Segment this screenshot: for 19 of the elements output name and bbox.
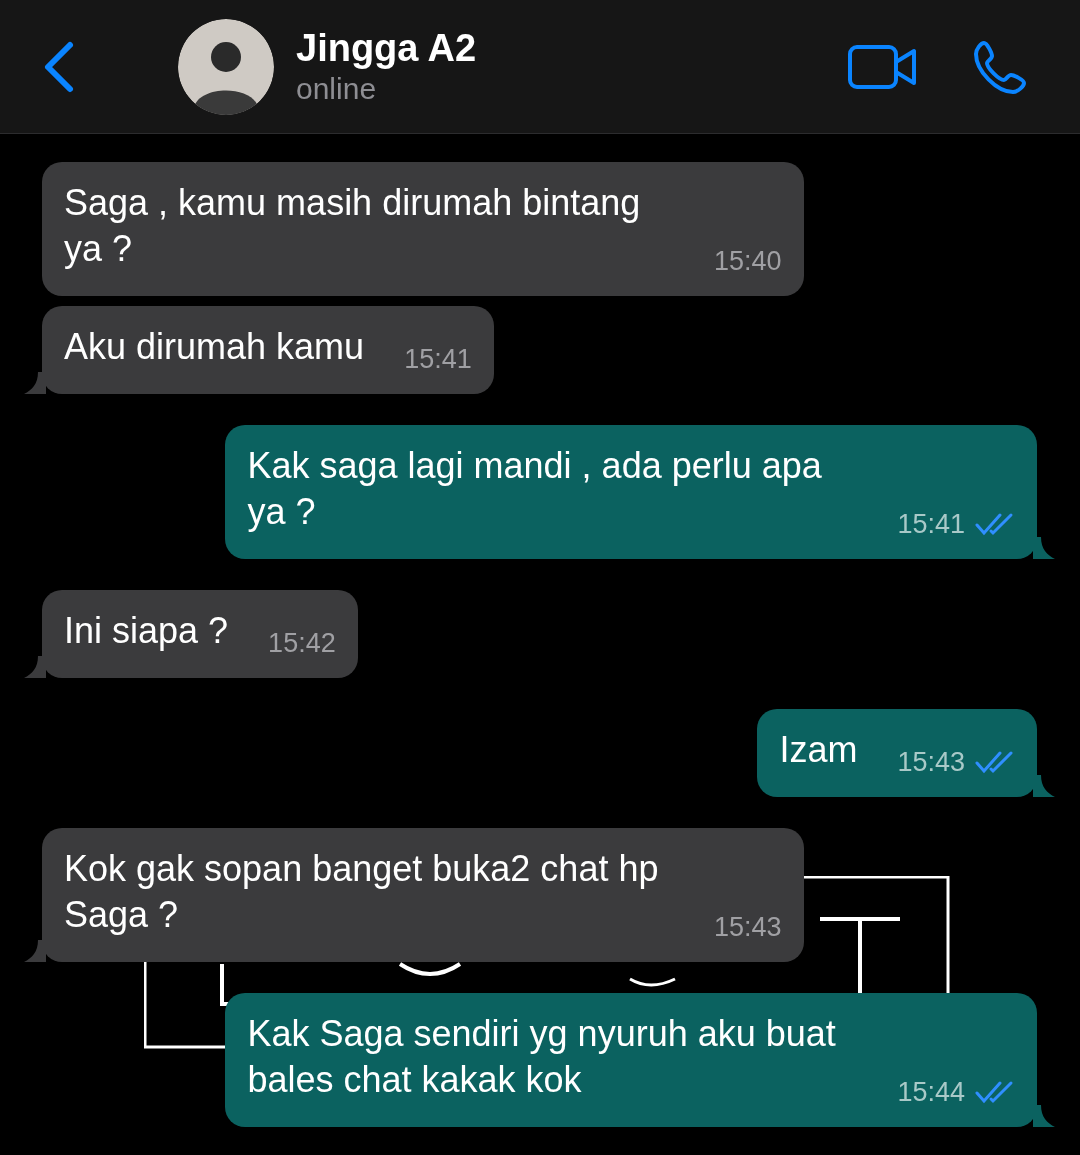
message-text: Izam — [779, 728, 858, 772]
message-time: 15:41 — [404, 343, 472, 376]
message-text: Aku dirumah kamu — [64, 325, 365, 369]
avatar[interactable] — [178, 18, 274, 115]
message-time: 15:44 — [897, 1076, 965, 1109]
phone-icon[interactable] — [972, 39, 1028, 94]
contact-name: Jingga A2 — [296, 25, 478, 70]
message-text: Ini siapa ? — [64, 609, 229, 653]
message-time: 15:43 — [897, 746, 965, 779]
message-time: 15:40 — [714, 245, 782, 278]
message-time: 15:41 — [897, 508, 965, 541]
message-text: Kak Saga sendiri yg nyuruh aku buat bales chat kakak kok — [247, 1012, 837, 1102]
contact-status: online — [296, 70, 378, 107]
message-time: 15:42 — [268, 627, 336, 660]
message-text: Kak saga lagi mandi , ada perlu apa ya ? — [247, 444, 823, 534]
message-text: Kok gak sopan banget buka2 chat hp Saga ? — [64, 847, 660, 937]
message-text: Saga , kamu masih dirumah bintang ya ? — [64, 181, 642, 271]
video-call-icon[interactable] — [848, 43, 918, 90]
message-time: 15:43 — [714, 911, 782, 944]
